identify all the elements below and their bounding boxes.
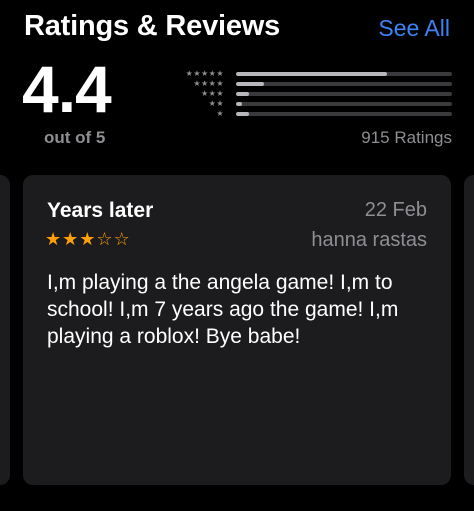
average-rating: 4.4 (22, 52, 112, 126)
review-body: I,m playing a the angela game! I,m to sc… (47, 271, 399, 348)
section-title: Ratings & Reviews (24, 10, 281, 42)
histogram-track (236, 82, 452, 86)
review-title: Years later (47, 199, 154, 222)
review-date: 22 Feb (364, 199, 427, 221)
star-label-4: ★★★★ (193, 79, 224, 88)
star-label-5: ★★★★★ (185, 69, 224, 78)
histogram-row-2-stars: ★★ (176, 99, 452, 109)
ratings-count: 915 Ratings (361, 128, 452, 147)
histogram-row-1-star: ★ (176, 109, 452, 119)
star-filled-icon: ★ (62, 229, 80, 249)
ratings-reviews-section: Ratings & Reviews See All 4.4 out of 5 ★… (0, 0, 474, 511)
star-label-3: ★★★ (200, 89, 224, 98)
histogram-row-3-stars: ★★★ (176, 89, 452, 99)
histogram-track (236, 112, 452, 116)
star-filled-icon: ★ (79, 229, 97, 249)
histogram-fill (236, 92, 249, 96)
histogram-fill (236, 72, 388, 76)
rating-histogram: ★★★★★ ★★★★ ★★★ ★★ ★ (176, 69, 452, 119)
histogram-track (236, 102, 452, 106)
star-label-1: ★ (216, 109, 224, 118)
next-review-card[interactable] (464, 175, 474, 485)
histogram-fill (236, 112, 249, 116)
review-author: hanna rastas (311, 229, 427, 251)
histogram-track (236, 92, 452, 96)
star-empty-icon: ☆ (96, 229, 114, 249)
star-label-2: ★★ (208, 99, 224, 108)
histogram-row-5-stars: ★★★★★ (176, 69, 452, 79)
histogram-fill (236, 82, 265, 86)
histogram-track (236, 72, 452, 76)
previous-review-card[interactable] (0, 175, 10, 485)
histogram-fill (236, 102, 243, 106)
review-star-rating: ★★★☆☆ (45, 230, 131, 248)
star-filled-icon: ★ (45, 229, 63, 249)
star-empty-icon: ☆ (113, 229, 131, 249)
histogram-row-4-stars: ★★★★ (176, 79, 452, 89)
review-card[interactable]: Years later 22 Feb ★★★☆☆ hanna rastas I,… (23, 175, 451, 485)
see-all-link[interactable]: See All (378, 15, 450, 42)
rating-scale-label: out of 5 (44, 128, 106, 147)
